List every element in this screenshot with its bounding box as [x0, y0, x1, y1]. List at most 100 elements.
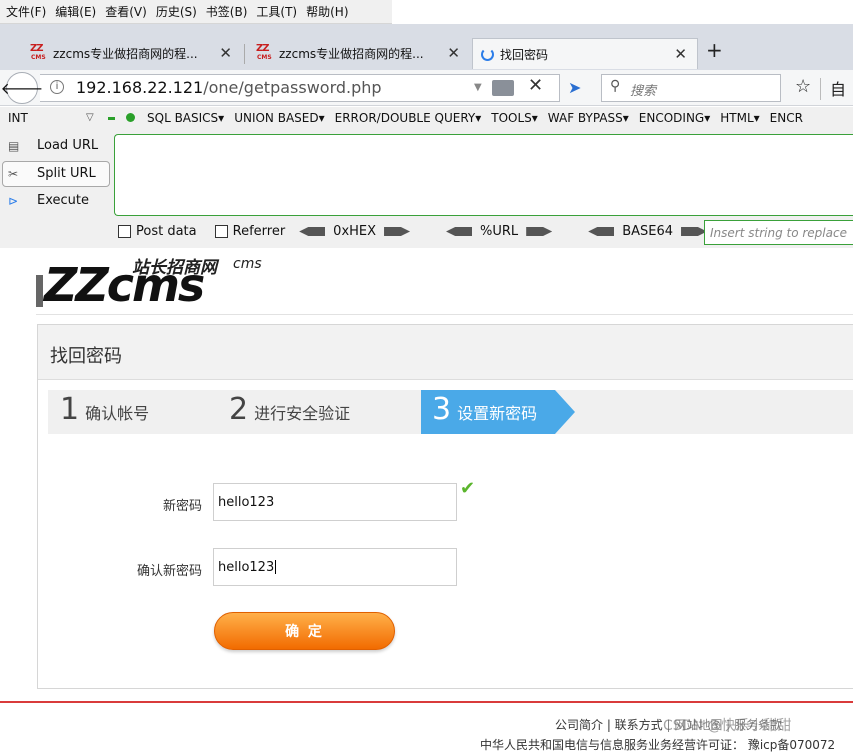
title-area — [392, 0, 853, 24]
load-url-label: Load URL — [37, 138, 99, 153]
execute-label: Execute — [37, 193, 89, 208]
execute-button[interactable]: ⊳ Execute — [8, 193, 89, 208]
hackbar-menu-html[interactable]: HTML▾ — [720, 111, 759, 125]
step-1: 1 确认帐号 — [60, 392, 149, 427]
search-icon: ⚲ — [610, 78, 621, 94]
base64-decode-arrow-icon[interactable] — [588, 227, 615, 236]
info-icon[interactable]: i — [50, 80, 64, 94]
menu-history[interactable]: 历史(S) — [156, 3, 197, 20]
confirm-button[interactable]: 确 定 — [214, 612, 395, 650]
increase-icon[interactable] — [126, 113, 135, 122]
load-url-button[interactable]: ▤ Load URL — [8, 138, 98, 153]
library-icon[interactable]: 自 — [830, 76, 846, 100]
search-input[interactable] — [601, 74, 781, 102]
tab-title: zzcms专业做招商网的程... — [279, 46, 424, 61]
footer-links[interactable]: 公司简介 | 联系方式 | 网站地图 | 服务条款 CSDN @快乐小甜甜 — [555, 715, 792, 735]
toolbar-divider — [820, 78, 821, 100]
bookmark-star-icon[interactable]: ☆ — [795, 76, 811, 97]
step-label: 确认帐号 — [85, 404, 150, 423]
url-host: 192.168.22.121 — [76, 78, 204, 97]
hackbar-menu-encoding[interactable]: ENCODING▾ — [639, 111, 710, 125]
confirm-password-value: hello123 — [218, 559, 275, 575]
step-number: 3 — [432, 392, 452, 427]
menu-bar: 文件(F) 编辑(E) 查看(V) 历史(S) 书签(B) 工具(T) 帮助(H… — [0, 0, 392, 24]
tab-divider — [244, 44, 245, 64]
hackbar-menu: SQL BASICS▾ UNION BASED▾ ERROR/DOUBLE QU… — [147, 111, 803, 125]
hackbar-options-row: Post data Referrer 0xHEX %URL BASE64 — [118, 224, 715, 239]
hex-label: 0xHEX — [333, 224, 377, 239]
text-caret — [275, 560, 277, 574]
logo-slash — [36, 275, 43, 307]
pin-icon[interactable]: ➤ — [568, 78, 581, 97]
hackbar-menu-union-based[interactable]: UNION BASED▾ — [234, 111, 324, 125]
stop-icon[interactable]: ✕ — [528, 75, 543, 96]
post-data-checkbox[interactable] — [118, 225, 131, 238]
zzcms-favicon-icon: ZZ CMS — [30, 43, 46, 61]
menu-file[interactable]: 文件(F) — [6, 3, 46, 20]
insert-string-placeholder: Insert string to replace — [710, 226, 847, 240]
split-url-label: Split URL — [37, 166, 96, 181]
back-arrow-icon[interactable]: 🡐 — [1, 72, 43, 104]
hex-decode-arrow-icon[interactable] — [299, 227, 326, 236]
url-label: %URL — [480, 224, 519, 239]
step-3: 3 设置新密码 — [432, 392, 537, 427]
step-label: 设置新密码 — [457, 404, 538, 423]
tab-zzcms-2[interactable]: ZZ CMS zzcms专业做招商网的程... ✕ — [248, 38, 470, 68]
hackbar-url-textarea[interactable] — [114, 134, 853, 216]
tab-title: 找回密码 — [500, 47, 549, 62]
new-password-field[interactable]: hello123 — [213, 483, 457, 521]
url-decode-arrow-icon[interactable] — [446, 227, 473, 236]
new-tab-plus-icon[interactable]: + — [706, 38, 723, 62]
tab-getpassword[interactable]: 找回密码 ✕ — [472, 38, 698, 69]
loading-spinner-icon — [481, 47, 494, 61]
step-label: 进行安全验证 — [254, 404, 351, 423]
tab-zzcms-1[interactable]: ZZ CMS zzcms专业做招商网的程... ✕ — [22, 38, 242, 68]
tab-close-icon[interactable]: ✕ — [219, 44, 232, 62]
play-icon: ⊳ — [8, 193, 19, 208]
step-2: 2 进行安全验证 — [229, 392, 350, 427]
url-encode-arrow-icon[interactable] — [526, 227, 553, 236]
hex-encode-arrow-icon[interactable] — [384, 227, 411, 236]
panel-header — [38, 325, 853, 380]
tab-close-icon[interactable]: ✕ — [674, 45, 687, 63]
page-title: 找回密码 — [50, 346, 122, 367]
tab-strip: ZZ CMS zzcms专业做招商网的程... ✕ ZZ CMS zzcms专业做招… — [0, 24, 853, 70]
checkmark-icon: ✔ — [460, 478, 476, 499]
footer-divider — [0, 701, 853, 703]
menu-bookmarks[interactable]: 书签(B) — [206, 3, 248, 20]
hackbar-menu-encryption[interactable]: ENCR — [770, 111, 803, 125]
new-password-value: hello123 — [218, 494, 275, 510]
split-url-button[interactable]: ✂ Split URL — [8, 166, 96, 181]
logo-chinese-text: 站长招商网 — [132, 258, 217, 278]
step-number: 2 — [229, 392, 249, 427]
url-path: /one/getpassword.php — [203, 78, 382, 97]
hackbar-type-select[interactable]: INT — [8, 111, 28, 125]
tab-title: zzcms专业做招商网的程... — [53, 46, 198, 61]
new-password-label: 新密码 — [162, 499, 202, 514]
confirm-password-label: 确认新密码 — [136, 564, 202, 579]
hackbar-menu-error-double[interactable]: ERROR/DOUBLE QUERY▾ — [335, 111, 482, 125]
hackbar-menu-waf-bypass[interactable]: WAF BYPASS▾ — [548, 111, 629, 125]
tab-close-icon[interactable]: ✕ — [447, 44, 460, 62]
menu-edit[interactable]: 编辑(E) — [55, 3, 96, 20]
decrease-icon[interactable] — [108, 117, 115, 120]
confirm-password-field[interactable]: hello123 — [213, 548, 457, 586]
url-dropdown-icon[interactable]: ▼ — [474, 82, 482, 93]
reader-view-icon[interactable] — [492, 80, 514, 96]
header-divider — [36, 314, 853, 315]
menu-help[interactable]: 帮助(H) — [306, 3, 348, 20]
url-text[interactable]: 192.168.22.121/one/getpassword.php — [76, 78, 382, 97]
menu-tools[interactable]: 工具(T) — [256, 3, 297, 20]
menu-view[interactable]: 查看(V) — [105, 3, 147, 20]
scissors-icon: ✂ — [8, 166, 19, 181]
load-url-icon: ▤ — [8, 138, 20, 153]
logo-suffix: cms — [233, 256, 262, 272]
watermark: CSDN @快乐小甜甜 — [663, 715, 792, 735]
base64-label: BASE64 — [622, 224, 674, 239]
post-data-label: Post data — [136, 224, 197, 239]
hackbar-menu-sql-basics[interactable]: SQL BASICS▾ — [147, 111, 224, 125]
search-placeholder: 搜索 — [630, 84, 657, 99]
hackbar-menu-tools[interactable]: TOOLS▾ — [491, 111, 538, 125]
chevron-down-icon[interactable]: ▽ — [86, 112, 94, 123]
referrer-checkbox[interactable] — [214, 225, 228, 238]
